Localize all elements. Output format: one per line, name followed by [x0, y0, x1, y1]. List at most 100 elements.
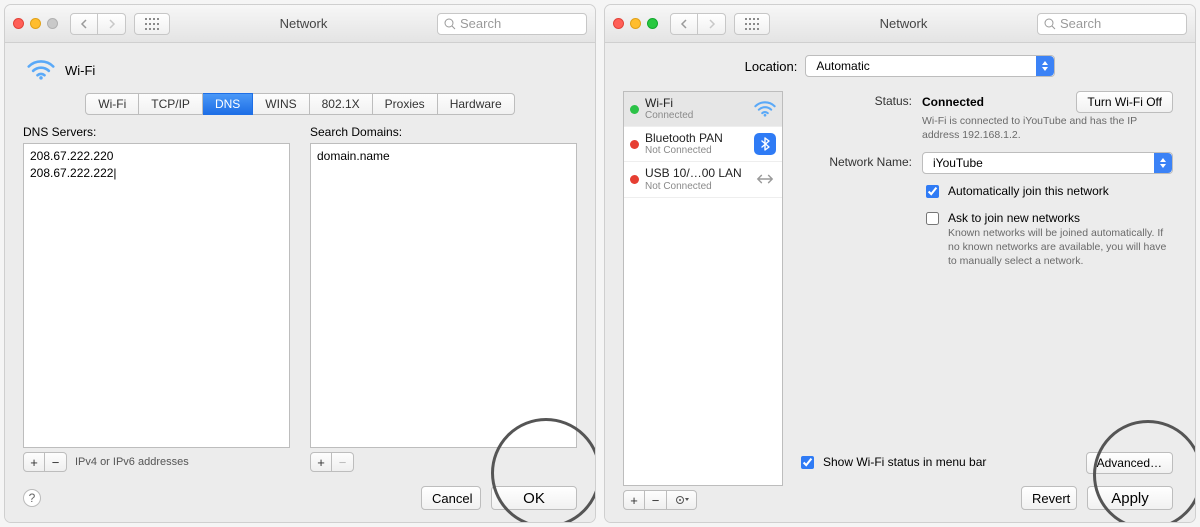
titlebar: Network Search — [605, 5, 1195, 43]
service-sub: Not Connected — [645, 145, 748, 156]
services-controls: + − — [623, 490, 783, 510]
status-label: Status: — [797, 91, 912, 108]
window-dns-settings: Network Search Wi-Fi Wi-FiTCP/IPDNSWINS8… — [4, 4, 596, 523]
show-menubar-checkbox[interactable]: Show Wi-Fi status in menu bar — [797, 455, 986, 472]
remove-domain-button[interactable]: − — [332, 452, 354, 472]
status-value: Connected — [922, 95, 984, 109]
service-usb-10-00-lan[interactable]: USB 10/…00 LANNot Connected — [624, 162, 782, 197]
main-row: Wi-FiConnected Bluetooth PANNot Connected… — [623, 91, 1177, 510]
popup-arrows-icon — [1154, 153, 1172, 173]
back-button[interactable] — [70, 13, 98, 35]
window-title: Network — [178, 16, 429, 31]
cancel-button[interactable]: Cancel — [421, 486, 481, 510]
remove-dns-button[interactable]: − — [45, 452, 67, 472]
close-window-button[interactable] — [13, 18, 24, 29]
window-title: Network — [778, 16, 1029, 31]
dns-entry[interactable]: 208.67.222.220 — [30, 148, 283, 165]
dns-servers-column: DNS Servers: 208.67.222.220208.67.222.22… — [23, 125, 290, 472]
service-sub: Connected — [645, 110, 748, 121]
domains-list-controls: + − — [310, 452, 577, 472]
dns-servers-list[interactable]: 208.67.222.220208.67.222.222| — [23, 143, 290, 448]
network-name-label: Network Name: — [797, 152, 912, 169]
grid-button[interactable] — [734, 13, 770, 35]
show-menubar-input[interactable] — [801, 456, 814, 469]
body: Location: Automatic Wi-FiConnected Blueto… — [605, 43, 1195, 522]
zoom-window-button[interactable] — [47, 18, 58, 29]
nav-buttons — [670, 13, 726, 35]
tab-tcpip[interactable]: TCP/IP — [139, 93, 203, 115]
dns-list-controls: + − IPv4 or IPv6 addresses — [23, 452, 290, 472]
service-text: USB 10/…00 LANNot Connected — [645, 167, 748, 191]
revert-button[interactable]: Revert — [1021, 486, 1077, 510]
auto-join-checkbox[interactable]: Automatically join this network — [922, 184, 1173, 201]
search-domain-entry[interactable]: domain.name — [317, 148, 570, 165]
network-name-popup[interactable]: iYouTube — [922, 152, 1173, 174]
body: Wi-Fi Wi-FiTCP/IPDNSWINS802.1XProxiesHar… — [5, 43, 595, 522]
auto-join-input[interactable] — [926, 185, 939, 198]
dns-servers-label: DNS Servers: — [23, 125, 290, 139]
service-name: Bluetooth PAN — [645, 132, 748, 145]
tab-wifi[interactable]: Wi-Fi — [85, 93, 139, 115]
help-button[interactable]: ? — [23, 489, 41, 507]
ask-join-input[interactable] — [926, 212, 939, 225]
window-network-main: Network Search Location: Automatic Wi-Fi… — [604, 4, 1196, 523]
forward-button[interactable] — [98, 13, 126, 35]
search-domains-column: Search Domains: domain.name + − — [310, 125, 577, 472]
status-description: Wi-Fi is connected to iYouTube and has t… — [922, 115, 1173, 142]
add-domain-button[interactable]: + — [310, 452, 332, 472]
forward-button[interactable] — [698, 13, 726, 35]
search-icon — [1044, 18, 1056, 30]
zoom-window-button[interactable] — [647, 18, 658, 29]
close-window-button[interactable] — [613, 18, 624, 29]
back-button[interactable] — [670, 13, 698, 35]
add-service-button[interactable]: + — [623, 490, 645, 510]
grid-button[interactable] — [134, 13, 170, 35]
service-text: Wi-FiConnected — [645, 97, 748, 121]
search-placeholder: Search — [1060, 16, 1101, 31]
location-row: Location: Automatic — [623, 55, 1177, 77]
service-name: USB 10/…00 LAN — [645, 167, 748, 180]
service-bluetooth-pan[interactable]: Bluetooth PANNot Connected — [624, 127, 782, 162]
network-name-value: iYouTube — [933, 156, 983, 170]
ask-join-checkbox[interactable]: Ask to join new networks Known networks … — [922, 211, 1173, 268]
wifi-header: Wi-Fi — [23, 55, 577, 93]
ask-join-label: Ask to join new networks — [948, 211, 1080, 225]
tab-hardware[interactable]: Hardware — [438, 93, 515, 115]
wifi-icon — [754, 98, 776, 120]
advanced-button[interactable]: Advanced… — [1086, 452, 1173, 474]
ok-button[interactable]: OK — [491, 486, 577, 510]
auto-join-label: Automatically join this network — [948, 184, 1109, 198]
services-sidebar: Wi-FiConnected Bluetooth PANNot Connected… — [623, 91, 783, 510]
tab-dns[interactable]: DNS — [203, 93, 253, 115]
search-input[interactable]: Search — [1037, 13, 1187, 35]
footer: ? Cancel OK — [23, 486, 577, 510]
network-name-row: Network Name: iYouTube Automatically joi… — [797, 152, 1173, 268]
add-dns-button[interactable]: + — [23, 452, 45, 472]
location-label: Location: — [745, 59, 798, 74]
window-controls — [613, 18, 658, 29]
turn-wifi-off-button[interactable]: Turn Wi-Fi Off — [1076, 91, 1173, 113]
window-controls — [13, 18, 58, 29]
search-domains-label: Search Domains: — [310, 125, 577, 139]
service-wi-fi[interactable]: Wi-FiConnected — [624, 92, 782, 127]
apply-button[interactable]: Apply — [1087, 486, 1173, 510]
tab-proxies[interactable]: Proxies — [373, 93, 438, 115]
detail-pane: Status: Connected Turn Wi-Fi Off Wi-Fi i… — [797, 91, 1177, 510]
titlebar: Network Search — [5, 5, 595, 43]
status-dot-icon — [630, 140, 639, 149]
tab-8021x[interactable]: 802.1X — [310, 93, 373, 115]
service-actions-button[interactable] — [667, 490, 697, 510]
minimize-window-button[interactable] — [630, 18, 641, 29]
grid-icon — [145, 18, 159, 30]
dns-entry[interactable]: 208.67.222.222| — [30, 165, 283, 182]
search-input[interactable]: Search — [437, 13, 587, 35]
minimize-window-button[interactable] — [30, 18, 41, 29]
search-domains-list[interactable]: domain.name — [310, 143, 577, 448]
search-placeholder: Search — [460, 16, 501, 31]
remove-service-button[interactable]: − — [645, 490, 667, 510]
tab-wins[interactable]: WINS — [253, 93, 309, 115]
services-list: Wi-FiConnected Bluetooth PANNot Connected… — [623, 91, 783, 486]
location-popup[interactable]: Automatic — [805, 55, 1055, 77]
dns-hint: IPv4 or IPv6 addresses — [75, 456, 189, 468]
gear-icon — [675, 494, 689, 506]
